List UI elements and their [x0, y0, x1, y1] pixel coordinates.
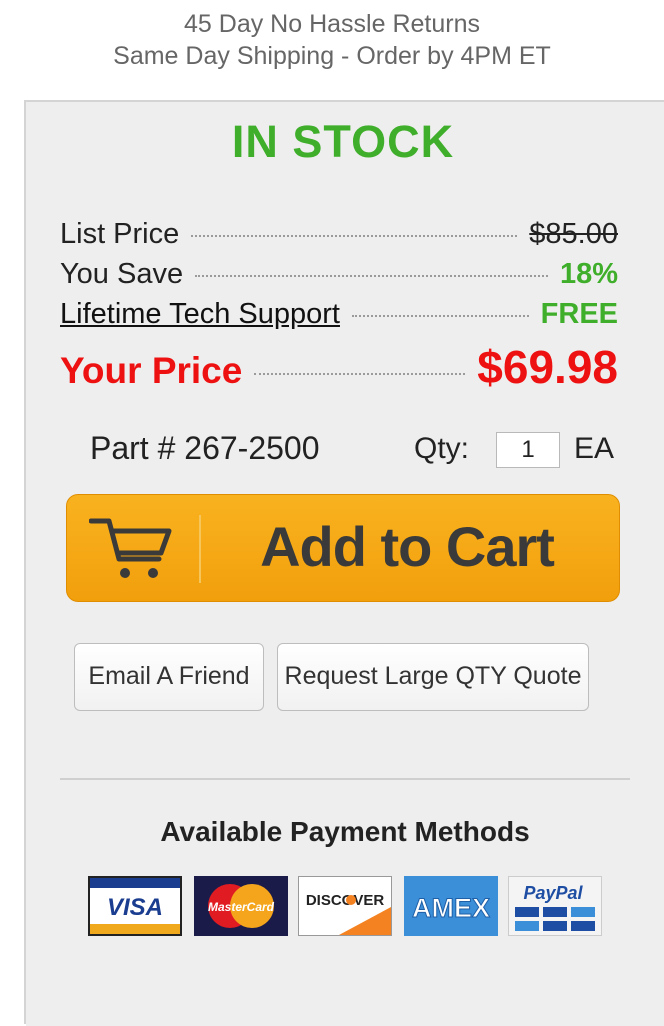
you-save-row: You Save 18%	[60, 258, 618, 291]
returns-text: 45 Day No Hassle Returns	[184, 10, 480, 38]
visa-text: VISA	[107, 894, 163, 921]
your-price-value: $69.98	[477, 341, 618, 393]
button-divider	[199, 515, 201, 583]
shipping-banner: 45 Day No Hassle Returns Same Day Shippi…	[0, 0, 664, 100]
dotted-leader	[191, 235, 518, 237]
qty-unit: EA	[574, 432, 615, 465]
dotted-leader	[195, 275, 548, 277]
email-friend-button[interactable]: Email A Friend	[74, 643, 264, 711]
list-price-row: List Price $85.00	[60, 218, 618, 251]
you-save-label: You Save	[60, 258, 184, 290]
payment-methods-title: Available Payment Methods	[160, 816, 530, 847]
list-price-value: $85.00	[529, 218, 618, 250]
tech-support-link[interactable]: Lifetime Tech Support	[60, 298, 340, 331]
part-number: Part # 267-2500	[90, 430, 320, 466]
amex-text: AMEX	[412, 893, 490, 923]
add-to-cart-label: Add to Cart	[260, 515, 555, 578]
discover-card-icon: DISCOVER	[298, 876, 392, 936]
dotted-leader	[254, 373, 466, 375]
shopping-cart-icon	[88, 513, 173, 590]
left-content-strip	[0, 100, 26, 1024]
mastercard-icon: MasterCard	[194, 876, 288, 936]
tech-support-row: Lifetime Tech Support FREE	[60, 298, 618, 331]
mastercard-text: MasterCard	[208, 900, 275, 914]
your-price-label: Your Price	[60, 350, 243, 391]
discover-text: DISCOVER	[306, 892, 385, 909]
paypal-text: PayPal	[523, 883, 583, 903]
tech-support-value: FREE	[540, 298, 618, 330]
dotted-leader	[351, 315, 529, 317]
divider	[60, 778, 630, 780]
qty-label: Qty:	[414, 432, 470, 465]
shipping-text: Same Day Shipping - Order by 4PM ET	[113, 42, 551, 70]
list-price-label: List Price	[60, 218, 180, 250]
amex-card-icon: AMEX	[404, 876, 498, 936]
stock-status: IN STOCK	[231, 116, 455, 167]
add-to-cart-button[interactable]: Add to Cart	[66, 494, 620, 602]
visa-card-icon: VISA	[88, 876, 182, 936]
large-qty-quote-button[interactable]: Request Large QTY Quote	[277, 643, 589, 711]
your-price-row: Your Price $69.98	[60, 340, 618, 394]
quantity-input[interactable]	[496, 432, 560, 468]
paypal-icon: PayPal	[508, 876, 602, 936]
you-save-value: 18%	[559, 258, 618, 290]
